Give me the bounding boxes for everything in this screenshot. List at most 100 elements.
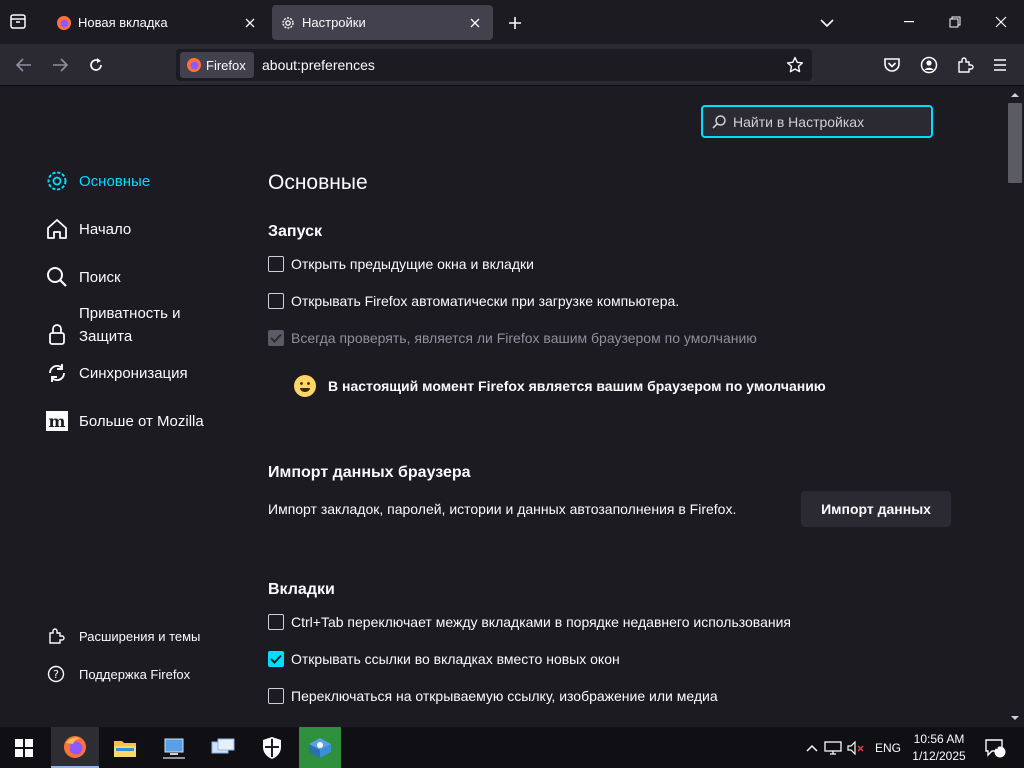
checkbox-box[interactable] xyxy=(268,293,284,309)
tab-close-button[interactable] xyxy=(463,11,487,35)
vertical-scrollbar[interactable] xyxy=(1006,86,1024,727)
app-menu-button[interactable] xyxy=(986,51,1014,79)
bookmark-star-button[interactable] xyxy=(782,52,808,78)
sidebar-item-home[interactable]: Начало xyxy=(44,216,224,242)
scroll-down-icon[interactable] xyxy=(1010,713,1020,723)
network-computer-icon xyxy=(163,738,185,759)
firefox-view-icon xyxy=(10,14,26,29)
minimize-button[interactable] xyxy=(886,0,932,44)
show-hidden-icons-button[interactable] xyxy=(803,744,821,752)
identity-label: Firefox xyxy=(206,57,246,73)
default-browser-status: В настоящий момент Firefox является ваши… xyxy=(294,375,826,397)
import-description: Импорт закладок, паролей, истории и данн… xyxy=(268,501,737,517)
scroll-up-icon[interactable] xyxy=(1010,90,1020,100)
tab-new-tab[interactable]: Новая вкладка xyxy=(48,5,268,40)
ctrl-tab-checkbox[interactable]: Ctrl+Tab переключает между вкладками в п… xyxy=(268,614,791,630)
firefox-logo-icon xyxy=(64,735,86,758)
lock-icon xyxy=(44,321,70,347)
sidebar-item-sync[interactable]: Синхронизация xyxy=(44,360,224,386)
network-tray-button[interactable] xyxy=(821,740,845,755)
sidebar-item-label: Начало xyxy=(79,220,132,238)
language-indicator[interactable]: ENG xyxy=(875,741,901,755)
folder-icon xyxy=(114,740,136,757)
taskbar-firefox[interactable] xyxy=(51,727,99,768)
clock-date: 1/12/2025 xyxy=(912,749,966,763)
checkbox-label: Переключаться на открываемую ссылку, изо… xyxy=(291,688,718,704)
checkbox-box[interactable] xyxy=(268,651,284,667)
search-input[interactable]: Найти в Настройках xyxy=(701,105,933,138)
search-placeholder: Найти в Настройках xyxy=(733,113,865,130)
speaker-muted-icon xyxy=(847,740,864,755)
network-monitor-icon xyxy=(824,740,842,755)
checkbox-label: Открывать Firefox автоматически при загр… xyxy=(291,293,680,309)
tab-settings[interactable]: Настройки xyxy=(272,5,493,40)
hamburger-menu-icon xyxy=(994,59,1006,71)
tabs-heading: Вкладки xyxy=(268,581,335,598)
close-icon xyxy=(995,16,1007,28)
checkbox-box[interactable] xyxy=(268,688,284,704)
sidebar-item-label: Синхронизация xyxy=(79,364,188,382)
url-bar[interactable]: Firefox about:preferences xyxy=(176,49,812,81)
scrollbar-thumb[interactable] xyxy=(1008,103,1022,183)
system-tray: ENG xyxy=(803,727,901,768)
pocket-icon xyxy=(884,58,900,72)
taskbar-security-app[interactable] xyxy=(248,727,296,768)
mozilla-logo-icon: m xyxy=(44,408,70,434)
addons-link-label: Расширения и темы xyxy=(79,628,201,644)
addons-link[interactable]: Расширения и темы xyxy=(46,626,200,646)
switch-to-new-tab-checkbox[interactable]: Переключаться на открываемую ссылку, изо… xyxy=(268,688,718,704)
url-text[interactable]: about:preferences xyxy=(262,57,375,73)
tab-label: Новая вкладка xyxy=(78,15,168,30)
restore-session-checkbox[interactable]: Открыть предыдущие окна и вкладки xyxy=(268,256,534,272)
sync-icon xyxy=(44,360,70,386)
taskbar-file-explorer[interactable] xyxy=(101,727,149,768)
list-all-tabs-button[interactable] xyxy=(814,10,840,36)
sidebar-item-general[interactable]: Основные xyxy=(44,168,224,194)
sidebar-item-more-from-mozilla[interactable]: m Больше от Mozilla xyxy=(44,408,224,434)
tab-label: Настройки xyxy=(302,15,366,30)
import-data-button[interactable]: Импорт данных xyxy=(801,491,951,527)
search-icon xyxy=(44,264,70,290)
sidebar-item-privacy[interactable]: Приватность и Защита xyxy=(44,302,224,348)
extensions-button[interactable] xyxy=(951,51,979,79)
windows-taskbar: ENG 10:56 AM 1/12/2025 7 xyxy=(0,727,1024,768)
restore-button[interactable] xyxy=(932,0,978,44)
back-button[interactable] xyxy=(10,51,38,79)
gear-icon xyxy=(282,16,294,29)
autostart-checkbox[interactable]: Открывать Firefox автоматически при загр… xyxy=(268,293,679,309)
page-title: Основные xyxy=(268,171,368,194)
preferences-page: Найти в Настройках Основные Начало Поиск… xyxy=(0,86,1024,727)
notification-center-button[interactable]: 7 xyxy=(982,727,1008,768)
checkbox-label: Ctrl+Tab переключает между вкладками в п… xyxy=(291,614,791,630)
firefox-logo-icon xyxy=(187,58,201,72)
open-links-in-tabs-checkbox[interactable]: Открывать ссылки во вкладках вместо новы… xyxy=(268,651,620,667)
close-icon xyxy=(470,18,480,27)
checkbox-box xyxy=(268,330,284,346)
sidebar-item-search[interactable]: Поиск xyxy=(44,264,224,290)
taskbar-remote-desktop[interactable] xyxy=(199,727,247,768)
tab-close-button[interactable] xyxy=(238,11,262,35)
start-button[interactable] xyxy=(0,727,48,768)
taskbar-installer-app[interactable] xyxy=(299,727,341,768)
sidebar-item-label: Приватность и Защита xyxy=(79,305,181,345)
system-clock[interactable]: 10:56 AM 1/12/2025 xyxy=(906,731,972,765)
support-link[interactable]: ? Поддержка Firefox xyxy=(46,664,190,684)
reload-button[interactable] xyxy=(82,51,110,79)
close-icon xyxy=(245,18,255,27)
checkbox-box[interactable] xyxy=(268,256,284,272)
default-browser-text: В настоящий момент Firefox является ваши… xyxy=(328,378,826,394)
account-button[interactable] xyxy=(915,51,943,79)
volume-tray-button[interactable] xyxy=(845,740,867,755)
arrow-right-icon xyxy=(53,58,68,72)
forward-button[interactable] xyxy=(46,51,74,79)
firefox-logo-icon xyxy=(57,15,71,30)
firefox-view-button[interactable] xyxy=(8,11,32,33)
window-close-button[interactable] xyxy=(978,0,1024,44)
identity-box[interactable]: Firefox xyxy=(180,52,254,78)
checkbox-box[interactable] xyxy=(268,614,284,630)
new-tab-button[interactable] xyxy=(502,10,528,36)
taskbar-network-app[interactable] xyxy=(150,727,198,768)
pocket-button[interactable] xyxy=(878,51,906,79)
svg-text:m: m xyxy=(49,412,66,431)
support-link-label: Поддержка Firefox xyxy=(79,666,191,682)
